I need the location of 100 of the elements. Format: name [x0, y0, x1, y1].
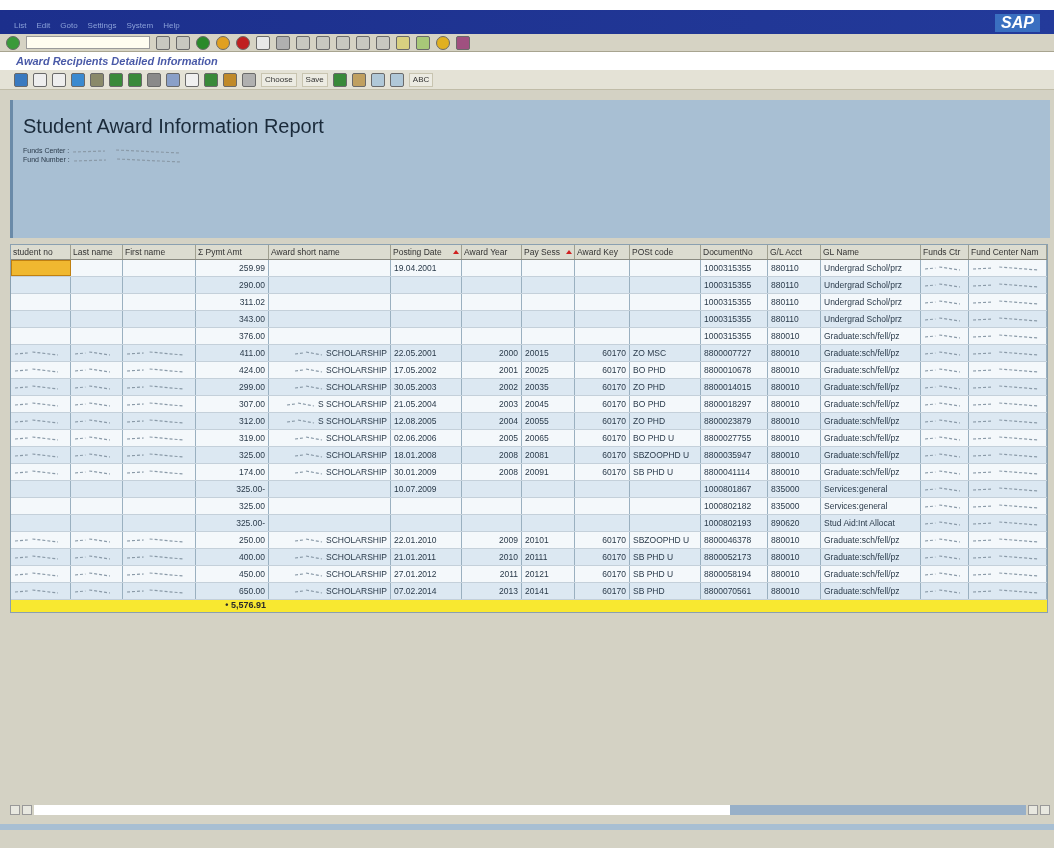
toolbar-icon[interactable] — [236, 35, 250, 50]
scroll-thumb[interactable] — [730, 805, 1026, 815]
redaction-scribble — [14, 587, 60, 595]
toolbar-button[interactable]: Save — [301, 72, 328, 87]
table-cell: 8800010678 — [701, 362, 768, 378]
toolbar-icon[interactable] — [33, 72, 47, 87]
table-cell: 60170 — [575, 464, 630, 480]
redaction-scribble — [14, 383, 60, 391]
toolbar-icon[interactable] — [71, 72, 85, 87]
toolbar-icon[interactable] — [196, 35, 210, 50]
table-cell: 835000 — [768, 481, 821, 497]
toolbar-icon[interactable] — [256, 35, 270, 50]
toolbar-icon[interactable] — [389, 72, 404, 87]
toolbar-icon[interactable] — [456, 35, 470, 50]
table-cell: Graduate:sch/fell/pz — [821, 413, 921, 429]
toolbar-icon[interactable] — [296, 35, 310, 50]
toolbar-icon[interactable] — [396, 35, 410, 50]
redaction-scribble — [126, 451, 185, 459]
toolbar-icon[interactable] — [52, 72, 66, 87]
menu-item[interactable]: Help — [163, 20, 180, 32]
toolbar-button[interactable]: Choose — [261, 72, 297, 87]
table-cell: 10.07.2009 — [391, 481, 462, 497]
toolbar-icon[interactable] — [204, 72, 218, 87]
toolbar-icon[interactable] — [147, 72, 161, 87]
redaction-scribble — [294, 536, 325, 544]
toolbar-icon[interactable] — [216, 35, 230, 50]
column-header[interactable]: Fund Center Nam — [969, 245, 1047, 259]
column-header[interactable]: Last name — [71, 245, 123, 259]
table-cell: Graduate:sch/fell/pz — [821, 345, 921, 361]
toolbar-icon[interactable] — [316, 35, 330, 50]
table-cell: 880010 — [768, 362, 821, 378]
redaction-scribble — [924, 434, 962, 442]
table-cell: 20081 — [522, 447, 575, 463]
table-cell: 19.04.2001 — [391, 260, 462, 276]
column-header[interactable]: Award Year — [462, 245, 522, 259]
column-header[interactable]: Σ Pymt Amt — [196, 245, 269, 259]
table-cell: 20141 — [522, 583, 575, 599]
toolbar-icon[interactable] — [14, 72, 28, 87]
column-header[interactable]: Posting Date — [391, 245, 462, 259]
table-cell: 880010 — [768, 430, 821, 446]
toolbar-icon[interactable] — [223, 72, 237, 87]
column-header[interactable]: POSt code — [630, 245, 701, 259]
table-cell: 30.01.2009 — [391, 464, 462, 480]
table-cell: 411.00 — [196, 345, 269, 361]
column-header[interactable]: G/L Acct — [768, 245, 821, 259]
redaction-scribble — [972, 315, 1040, 323]
toolbar-icon[interactable] — [416, 35, 430, 50]
toolbar-icon[interactable] — [185, 72, 199, 87]
toolbar-icon[interactable] — [6, 35, 20, 50]
table-cell: 8800007727 — [701, 345, 768, 361]
table-cell: Graduate:sch/fell/pz — [821, 328, 921, 344]
menu-item[interactable]: System — [126, 20, 154, 32]
redaction-scribble — [74, 553, 112, 561]
toolbar-icon[interactable] — [376, 35, 390, 50]
menu-item[interactable]: Settings — [87, 20, 117, 32]
table-cell: Graduate:sch/fell/pz — [821, 464, 921, 480]
column-header[interactable]: GL Name — [821, 245, 921, 259]
toolbar-icon[interactable] — [370, 72, 385, 87]
table-cell: 880010 — [768, 413, 821, 429]
toolbar-button[interactable]: ABC — [408, 72, 434, 87]
table-cell: 1000802193 — [701, 515, 768, 531]
horizontal-scrollbar[interactable] — [10, 804, 1050, 816]
command-field[interactable] — [26, 36, 150, 49]
column-header[interactable]: Pay Sess — [522, 245, 575, 259]
toolbar-icon[interactable] — [90, 72, 104, 87]
redaction-scribble — [972, 536, 1040, 544]
redaction-scribble — [972, 349, 1040, 357]
table-cell: SBZOOPHD U — [630, 532, 701, 548]
toolbar-icon[interactable] — [166, 72, 180, 87]
toolbar-icon[interactable] — [436, 35, 450, 50]
toolbar-icon[interactable] — [242, 72, 256, 87]
column-header[interactable]: DocumentNo — [701, 245, 768, 259]
table-cell: 60170 — [575, 413, 630, 429]
redaction-scribble — [924, 366, 962, 374]
table-cell: SCHOLARSHIP — [269, 430, 391, 446]
toolbar-icon[interactable] — [128, 72, 142, 87]
toolbar-icon[interactable] — [156, 35, 170, 50]
menu-item[interactable]: List — [14, 20, 27, 32]
column-header[interactable]: Funds Ctr — [921, 245, 969, 259]
redaction-scribble — [74, 383, 112, 391]
column-header[interactable]: student no — [11, 245, 71, 259]
redaction-scribble — [126, 349, 185, 357]
column-header[interactable]: First name — [123, 245, 196, 259]
toolbar-icon[interactable] — [109, 72, 123, 87]
toolbar-icon[interactable] — [176, 35, 190, 50]
redaction-scribble — [126, 366, 185, 374]
menu-item[interactable]: Goto — [60, 20, 78, 32]
redaction-scribble — [972, 519, 1040, 527]
table-cell: 1000315355 — [701, 328, 768, 344]
toolbar-icon[interactable] — [336, 35, 350, 50]
redaction-scribble — [14, 400, 60, 408]
column-header[interactable]: Award Key — [575, 245, 630, 259]
toolbar-icon[interactable] — [356, 35, 370, 50]
table-cell: 400.00 — [196, 549, 269, 565]
column-header[interactable]: Award short name — [269, 245, 391, 259]
menu-item[interactable]: Edit — [36, 20, 51, 32]
toolbar-icon[interactable] — [351, 72, 366, 87]
table-cell: 1000315355 — [701, 294, 768, 310]
toolbar-icon[interactable] — [332, 72, 347, 87]
toolbar-icon[interactable] — [276, 35, 290, 50]
